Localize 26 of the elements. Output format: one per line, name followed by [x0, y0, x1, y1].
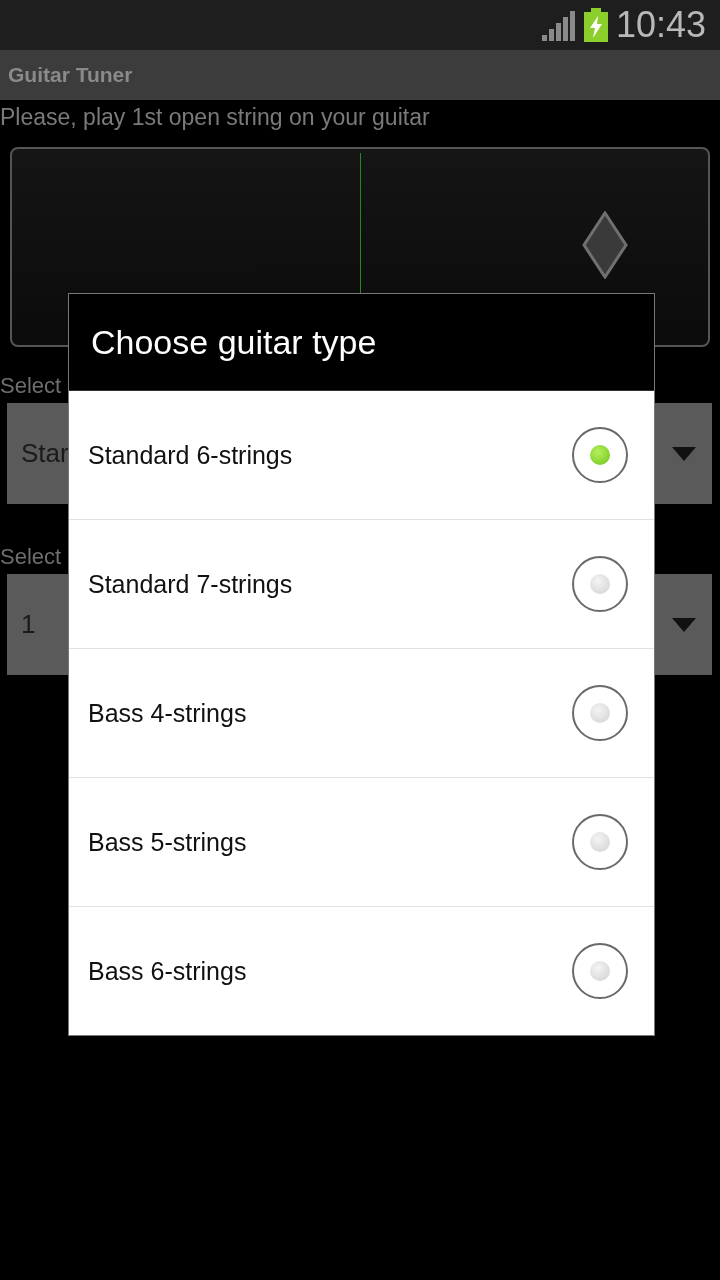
signal-icon	[541, 9, 576, 41]
option-row[interactable]: Bass 5-strings	[69, 777, 654, 906]
clock-time: 10:43	[615, 4, 706, 46]
option-label: Bass 5-strings	[88, 827, 247, 857]
option-row[interactable]: Standard 7-strings	[69, 519, 654, 648]
option-row[interactable]: Standard 6-strings	[69, 391, 654, 519]
option-row[interactable]: Bass 6-strings	[69, 906, 654, 1035]
radio-button[interactable]	[572, 427, 628, 483]
radio-button[interactable]	[572, 685, 628, 741]
dialog-title: Choose guitar type	[91, 322, 377, 362]
diamond-icon	[582, 211, 628, 279]
option-label: Standard 6-strings	[88, 440, 293, 470]
radio-button[interactable]	[572, 943, 628, 999]
radio-button[interactable]	[572, 556, 628, 612]
battery-charging-icon	[583, 8, 608, 42]
selector-label: Select	[0, 373, 63, 400]
radio-button[interactable]	[572, 814, 628, 870]
option-label: Bass 6-strings	[88, 956, 247, 986]
option-label: Bass 4-strings	[88, 698, 247, 728]
caret-icon	[672, 446, 696, 461]
option-label: Standard 7-strings	[88, 569, 293, 599]
caret-icon	[672, 617, 696, 632]
option-row[interactable]: Bass 4-strings	[69, 648, 654, 777]
prompt-text: Please, play 1st open string on your guitar	[0, 103, 431, 132]
app-title: Guitar Tuner	[8, 63, 133, 87]
selector-label: Select	[0, 544, 63, 571]
